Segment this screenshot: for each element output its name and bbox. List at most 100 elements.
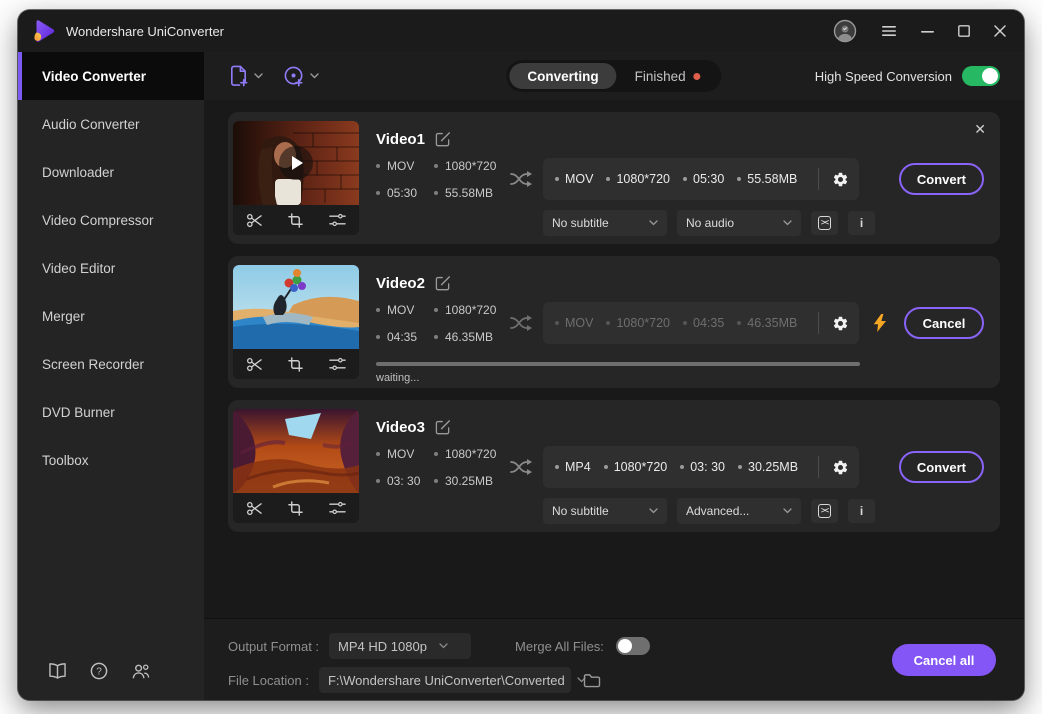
sidebar-item-video-converter[interactable]: Video Converter <box>18 52 204 100</box>
sidebar-item-video-editor[interactable]: Video Editor <box>18 244 204 292</box>
file-location-label: File Location : <box>228 673 309 688</box>
rename-icon[interactable] <box>435 419 451 435</box>
source-size: 55.58MB <box>445 186 493 200</box>
menu-icon[interactable] <box>881 25 897 37</box>
bullet-dot <box>683 177 687 181</box>
account-avatar-icon[interactable] <box>833 19 857 43</box>
merge-all-files-toggle[interactable] <box>616 637 650 655</box>
high-speed-lightning-icon <box>873 314 887 332</box>
open-folder-icon[interactable] <box>583 673 601 688</box>
rename-icon[interactable] <box>435 131 451 147</box>
output-settings-panel[interactable]: MOV 1080*720 05:30 55.58MB <box>543 158 859 200</box>
info-icon[interactable]: i <box>848 499 875 523</box>
trim-icon[interactable] <box>246 213 263 228</box>
video-title: Video2 <box>376 275 425 292</box>
crop-icon[interactable] <box>288 501 303 516</box>
video-thumbnail[interactable] <box>233 265 359 349</box>
content-area: Converting Finished High Speed Conversio… <box>204 52 1024 700</box>
sidebar-item-video-compressor[interactable]: Video Compressor <box>18 196 204 244</box>
app-title: Wondershare UniConverter <box>66 24 224 39</box>
output-format: MP4 <box>565 460 591 474</box>
effects-icon[interactable] <box>329 357 346 371</box>
bullet-dot <box>555 177 559 181</box>
community-icon[interactable] <box>131 662 150 680</box>
effects-icon[interactable] <box>329 501 346 515</box>
tab-label: Finished <box>635 69 686 84</box>
sidebar-item-label: Audio Converter <box>42 117 140 132</box>
bullet-dot <box>376 479 380 483</box>
settings-gear-icon[interactable] <box>832 315 849 332</box>
sidebar-item-label: Video Compressor <box>42 213 154 228</box>
source-info: MOV 1080*720 03: 30 30.25MB <box>376 447 501 488</box>
tab-converting[interactable]: Converting <box>509 63 616 89</box>
source-resolution: 1080*720 <box>445 159 496 173</box>
cancel-button[interactable]: Cancel <box>904 307 984 339</box>
add-dvd-button[interactable] <box>283 65 319 87</box>
convert-button[interactable]: Convert <box>899 163 984 195</box>
bullet-dot <box>680 465 684 469</box>
add-files-button[interactable] <box>228 65 263 87</box>
subtitle-select[interactable]: No subtitle <box>543 210 667 236</box>
info-icon[interactable]: i <box>848 211 875 235</box>
sidebar-item-label: Toolbox <box>42 453 89 468</box>
minimize-icon[interactable] <box>921 25 934 38</box>
sidebar-item-dvd-burner[interactable]: DVD Burner <box>18 388 204 436</box>
sidebar-item-screen-recorder[interactable]: Screen Recorder <box>18 340 204 388</box>
convert-button[interactable]: Convert <box>899 451 984 483</box>
app-window: Wondershare UniConverter <box>18 10 1024 700</box>
cancel-all-button[interactable]: Cancel all <box>892 644 996 676</box>
output-resolution: 1080*720 <box>614 460 668 474</box>
source-format: MOV <box>387 447 414 461</box>
audio-select[interactable]: Advanced... <box>677 498 801 524</box>
sidebar-item-downloader[interactable]: Downloader <box>18 148 204 196</box>
crop-icon[interactable] <box>288 357 303 372</box>
play-icon[interactable] <box>279 146 313 180</box>
video-thumbnail[interactable] <box>233 409 359 493</box>
settings-gear-icon[interactable] <box>832 171 849 188</box>
tab-finished[interactable]: Finished <box>617 63 719 89</box>
trim-icon[interactable] <box>246 357 263 372</box>
sidebar-item-label: Merger <box>42 309 85 324</box>
compress-icon[interactable]: >< <box>811 211 838 235</box>
output-resolution: 1080*720 <box>616 316 670 330</box>
audio-select[interactable]: No audio <box>677 210 801 236</box>
crop-icon[interactable] <box>288 213 303 228</box>
help-icon[interactable]: ? <box>90 662 108 680</box>
output-settings-panel[interactable]: MOV 1080*720 04:35 46.35MB <box>543 302 859 344</box>
settings-gear-icon[interactable] <box>832 459 849 476</box>
audio-select-value: Advanced... <box>686 504 749 518</box>
close-window-icon[interactable] <box>994 25 1006 37</box>
sidebar-item-toolbox[interactable]: Toolbox <box>18 436 204 484</box>
source-resolution: 1080*720 <box>445 447 496 461</box>
effects-icon[interactable] <box>329 213 346 227</box>
subtitle-select-value: No subtitle <box>552 216 609 230</box>
output-size: 30.25MB <box>748 460 798 474</box>
chevron-down-icon <box>783 220 792 226</box>
compress-icon[interactable]: >< <box>811 499 838 523</box>
bullet-dot <box>434 191 438 195</box>
high-speed-toggle[interactable] <box>962 66 1000 86</box>
maximize-icon[interactable] <box>958 25 970 37</box>
footer-bar: Output Format : MP4 HD 1080p Merge All F… <box>204 618 1024 700</box>
panel-divider <box>818 312 819 334</box>
file-location-select[interactable]: F:\Wondershare UniConverter\Converted <box>319 667 571 693</box>
user-guide-icon[interactable] <box>48 662 67 680</box>
sidebar-item-merger[interactable]: Merger <box>18 292 204 340</box>
bullet-dot <box>434 308 438 312</box>
bullet-dot <box>376 335 380 339</box>
sidebar-item-audio-converter[interactable]: Audio Converter <box>18 100 204 148</box>
trim-icon[interactable] <box>246 501 263 516</box>
source-duration: 03: 30 <box>387 474 420 488</box>
source-duration: 05:30 <box>387 186 417 200</box>
output-format-select[interactable]: MP4 HD 1080p <box>329 633 471 659</box>
merge-all-files-label: Merge All Files: <box>515 639 604 654</box>
output-format-label: Output Format : <box>228 639 319 654</box>
task-row-video3: Video3 MOV 1080*720 03: 30 <box>228 400 1000 532</box>
output-settings-panel[interactable]: MP4 1080*720 03: 30 30.25MB <box>543 446 859 488</box>
video-thumbnail[interactable] <box>233 121 359 205</box>
subtitle-select[interactable]: No subtitle <box>543 498 667 524</box>
rename-icon[interactable] <box>435 275 451 291</box>
sidebar-item-label: Screen Recorder <box>42 357 144 372</box>
output-format: MOV <box>565 316 593 330</box>
output-duration: 05:30 <box>693 172 724 186</box>
